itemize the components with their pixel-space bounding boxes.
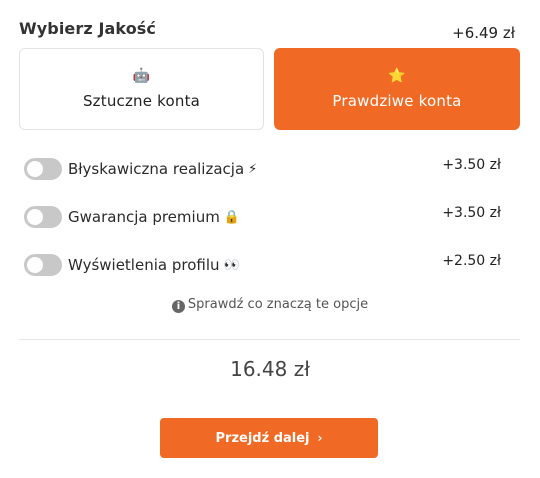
options-info-link[interactable]: i Sprawdź co znaczą te opcje [0,297,540,313]
toggle-knob [27,257,43,273]
profile-views-toggle[interactable] [24,254,62,276]
robot-icon: 🤖 [132,68,151,84]
addon-label: Gwarancja premium [68,208,220,226]
option-fake-accounts[interactable]: 🤖 Sztuczne konta [19,48,264,130]
toggle-knob [27,161,43,177]
quality-title: Wybierz Jakość [19,19,157,38]
next-button-label: Przejdź dalej [215,430,310,446]
next-button[interactable]: Przejdź dalej › [160,418,378,458]
addon-fast-delivery: Błyskawiczna realizacja ⚡ +3.50 zł [24,157,501,181]
toggle-knob [27,209,43,225]
total-price: 16.48 zł [230,357,310,381]
eyes-icon: 👀 [223,257,240,273]
lightning-icon: ⚡ [248,161,258,177]
fast-delivery-toggle[interactable] [24,158,62,180]
option-real-accounts[interactable]: ⭐ Prawdziwe konta [274,48,520,130]
option-label: Prawdziwe konta [332,92,462,110]
quality-price: +6.49 zł [452,24,515,42]
addon-price: +2.50 zł [442,253,501,269]
lock-icon: 🔒 [223,209,240,225]
divider [19,339,520,340]
star-icon: ⭐ [388,68,406,84]
addon-label: Wyświetlenia profilu [68,256,220,274]
addon-profile-views: Wyświetlenia profilu 👀 +2.50 zł [24,253,501,277]
option-label: Sztuczne konta [82,92,201,110]
addon-premium-guarantee: Gwarancja premium 🔒 +3.50 zł [24,205,501,229]
chevron-right-icon: › [317,431,323,445]
premium-guarantee-toggle[interactable] [24,206,62,228]
info-text: Sprawdź co znaczą te opcje [187,297,369,312]
addon-label: Błyskawiczna realizacja [68,160,245,178]
info-icon: i [171,300,185,313]
addon-price: +3.50 zł [442,157,501,173]
addon-price: +3.50 zł [442,205,501,221]
